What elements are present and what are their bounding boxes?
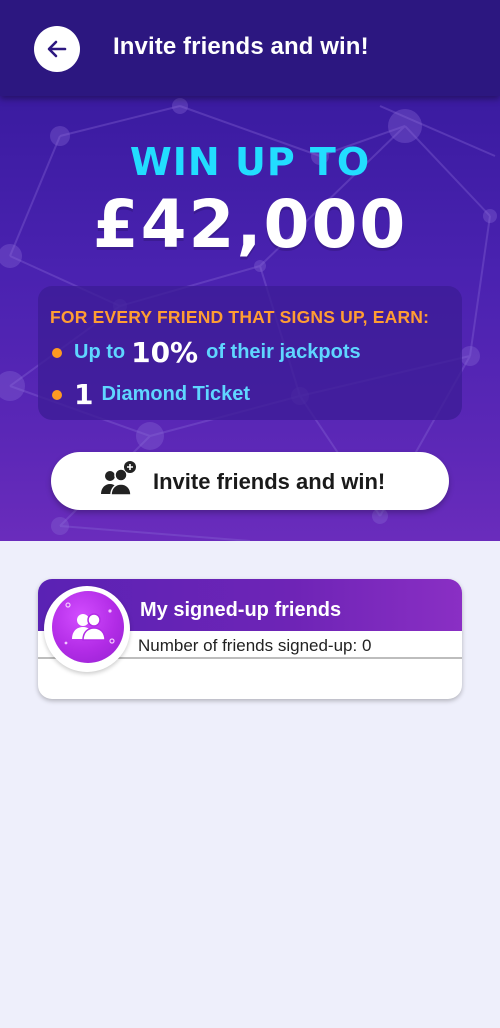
back-button[interactable] <box>34 26 80 72</box>
top-bar: Invite friends and win! <box>0 0 500 96</box>
bullet-icon <box>52 389 62 400</box>
invite-button-label: Invite friends and win! <box>153 469 386 494</box>
earn-info-box: FOR EVERY FRIEND THAT SIGNS UP, EARN: Up… <box>38 286 462 420</box>
earn-item-suffix: of their jackpots <box>206 341 361 363</box>
earn-item-prefix: Up to <box>74 341 126 363</box>
earn-item-ticket: 1 Diamond Ticket <box>52 378 250 411</box>
prize-amount: £42,000 <box>92 186 408 263</box>
page-title: Invite friends and win! <box>113 33 369 60</box>
add-user-group-icon <box>101 461 136 496</box>
headline: WIN UP TO <box>129 140 371 184</box>
hero-banner: WIN UP TO £42,000 FOR EVERY FRIEND THAT … <box>0 96 500 541</box>
card-title: My signed-up friends <box>140 599 342 621</box>
friends-group-icon <box>64 602 115 645</box>
earn-item-jackpot: Up to 10% of their jackpots <box>52 336 361 369</box>
earn-title: FOR EVERY FRIEND THAT SIGNS UP, EARN: <box>50 307 430 327</box>
earn-item-ticket-label: Diamond Ticket <box>101 383 251 405</box>
friends-avatar <box>52 591 124 663</box>
earn-item-count: 1 <box>74 378 94 411</box>
earn-item-percent: 10% <box>131 336 199 369</box>
bullet-icon <box>52 347 62 358</box>
arrow-left-icon <box>47 40 67 58</box>
friends-count: Number of friends signed-up: 0 <box>138 636 372 655</box>
invite-friends-button[interactable]: Invite friends and win! <box>51 452 449 510</box>
